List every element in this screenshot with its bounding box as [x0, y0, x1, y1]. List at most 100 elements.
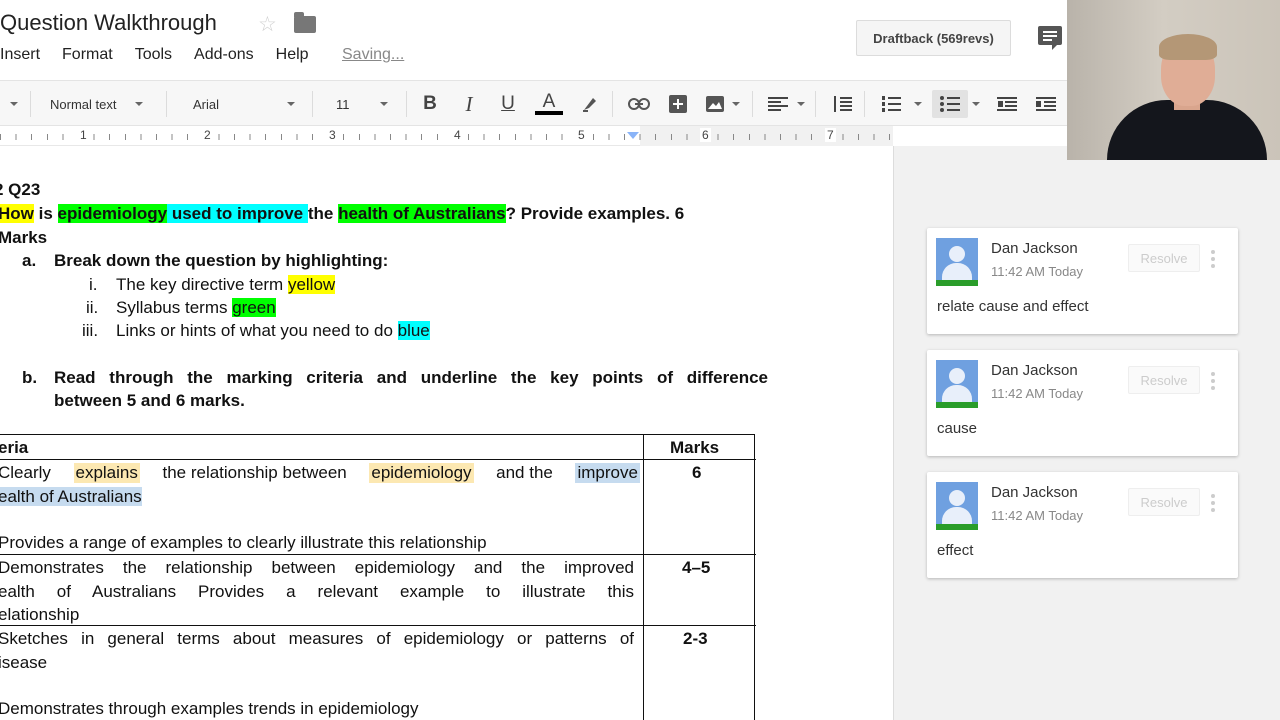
more-options-icon[interactable]: [1211, 250, 1215, 268]
bulleted-list-icon[interactable]: [932, 90, 968, 118]
toolbar-separator: [752, 91, 753, 117]
numbered-list-lines: [881, 96, 901, 112]
toolbar-left-arrow[interactable]: [10, 81, 18, 127]
line-spacing-icon[interactable]: [828, 90, 856, 118]
resolve-button[interactable]: Resolve: [1128, 244, 1200, 272]
ruler-number: 5: [576, 128, 587, 142]
selected-comment-text[interactable]: ealth of Australians: [0, 487, 142, 506]
row3-line3: Demonstrates through examples trends in …: [0, 699, 419, 718]
list-marker-iii: iii.: [82, 321, 99, 340]
menu-add-ons[interactable]: Add-ons: [194, 46, 254, 66]
ruler-number: 7: [825, 128, 836, 142]
bold-button[interactable]: B: [416, 90, 444, 118]
text-run: ? Provide examples. 6: [505, 204, 685, 223]
menu-format[interactable]: Format: [62, 46, 113, 66]
instruction-iii: Links or hints of what you need to do bl…: [116, 321, 430, 341]
comment-card[interactable]: Dan Jackson 11:42 AM Today Resolve effec…: [927, 472, 1238, 578]
ruler-number: 1: [78, 128, 89, 142]
menu-tools[interactable]: Tools: [135, 46, 172, 66]
align-dropdown[interactable]: [797, 81, 805, 127]
resolve-button[interactable]: Resolve: [1128, 366, 1200, 394]
directive-highlight: How: [0, 204, 34, 223]
comment-time: 11:42 AM Today: [991, 508, 1084, 523]
folder-icon[interactable]: [294, 12, 316, 33]
menu-help[interactable]: Help: [276, 46, 309, 66]
numbered-list-icon[interactable]: [877, 90, 905, 118]
question-line-2: Marks: [0, 228, 48, 247]
ruler-number: 4: [452, 128, 463, 142]
instruction-ii: Syllabus terms green: [116, 298, 276, 318]
text-run: Clearly: [0, 463, 51, 482]
toolbar-separator: [166, 91, 167, 117]
list-marker-ii: ii.: [86, 298, 99, 317]
document-page[interactable]: 2 Q23 How is epidemiology used to improv…: [0, 146, 893, 720]
text-color-button[interactable]: A: [535, 90, 563, 118]
toolbar-separator: [612, 91, 613, 117]
text-color-bar: [535, 111, 563, 115]
underline-button[interactable]: U: [494, 90, 522, 118]
menu-insert[interactable]: Insert: [0, 46, 40, 66]
presenter-hair: [1159, 34, 1217, 60]
text-run: the relationship between: [162, 463, 347, 482]
link-icon[interactable]: [625, 90, 653, 118]
star-icon[interactable]: ☆: [258, 12, 277, 37]
commented-text[interactable]: explains: [73, 463, 140, 483]
paragraph-style-select[interactable]: Normal text: [50, 81, 144, 127]
ruler[interactable]: 1 2 3 4 5 6 7: [0, 126, 893, 146]
instruction-i: The key directive term yellow: [116, 275, 336, 295]
hint-highlight: used to improve: [167, 204, 308, 223]
commented-text[interactable]: epidemiology: [369, 463, 474, 483]
numbered-list-dropdown[interactable]: [914, 81, 922, 127]
syllabus-highlight: health of Australians: [338, 204, 506, 223]
draftback-button[interactable]: Draftback (569revs): [856, 20, 1011, 56]
comments-icon[interactable]: [1038, 26, 1062, 50]
toolbar-separator: [312, 91, 313, 117]
decrease-indent-icon[interactable]: [993, 90, 1021, 118]
row2-mark: 4–5: [682, 558, 711, 577]
comments-icon-line: [1043, 39, 1052, 41]
table-row: Clearly explains the relationship betwee…: [0, 463, 640, 483]
formatting-toolbar: Normal text Arial 11 B I U A: [0, 80, 1068, 126]
comment-card[interactable]: Dan Jackson 11:42 AM Today Resolve cause: [927, 350, 1238, 456]
image-icon[interactable]: [701, 90, 729, 118]
more-options-icon[interactable]: [1211, 372, 1215, 390]
text-run: the: [307, 204, 339, 223]
align-left-icon[interactable]: [764, 90, 792, 118]
font-family-value: Arial: [193, 96, 220, 112]
instruction-a: Break down the question by highlighting:: [54, 251, 389, 270]
more-options-icon[interactable]: [1211, 494, 1215, 512]
saving-status[interactable]: Saving...: [342, 46, 404, 64]
bulleted-list-dropdown[interactable]: [972, 81, 980, 127]
question-label: 2 Q23: [0, 180, 41, 199]
image-dropdown[interactable]: [732, 81, 740, 127]
ruler-number: 3: [327, 128, 338, 142]
table-header-marks: Marks: [670, 438, 720, 457]
insert-comment-icon[interactable]: [664, 90, 692, 118]
ruler-number: 6: [700, 128, 711, 142]
resolve-button[interactable]: Resolve: [1128, 488, 1200, 516]
increase-indent-icon[interactable]: [1032, 90, 1060, 118]
insert-comment-svg: [669, 95, 687, 113]
question-line-1: How is epidemiology used to improve the …: [0, 204, 684, 224]
row1-line2: ealth of Australians: [0, 487, 142, 507]
green-highlight: green: [232, 298, 276, 317]
indent-marker[interactable]: [627, 132, 639, 139]
text-run: Links or hints of what you need to do: [116, 321, 398, 340]
italic-button[interactable]: I: [455, 90, 483, 118]
doc-title[interactable]: Question Walkthrough: [0, 10, 217, 36]
table-header-criteria: eria: [0, 438, 29, 457]
menu-bar: Insert Format Tools Add-ons Help: [0, 46, 331, 66]
avatar: [936, 238, 978, 286]
chevron-down-icon: [287, 102, 296, 106]
font-size-select[interactable]: 11: [336, 81, 388, 127]
table-row-divider: [0, 554, 756, 555]
comment-card[interactable]: Dan Jackson 11:42 AM Today Resolve relat…: [927, 228, 1238, 334]
list-marker-a: a.: [22, 251, 37, 270]
webcam-overlay: [1067, 0, 1280, 160]
font-family-select[interactable]: Arial: [193, 81, 296, 127]
row1-mark: 6: [692, 463, 702, 482]
selected-comment-text[interactable]: improve: [575, 463, 640, 483]
comments-icon-line: [1043, 31, 1057, 33]
text-color-letter: A: [542, 91, 556, 112]
highlight-pen-icon[interactable]: [576, 90, 604, 118]
